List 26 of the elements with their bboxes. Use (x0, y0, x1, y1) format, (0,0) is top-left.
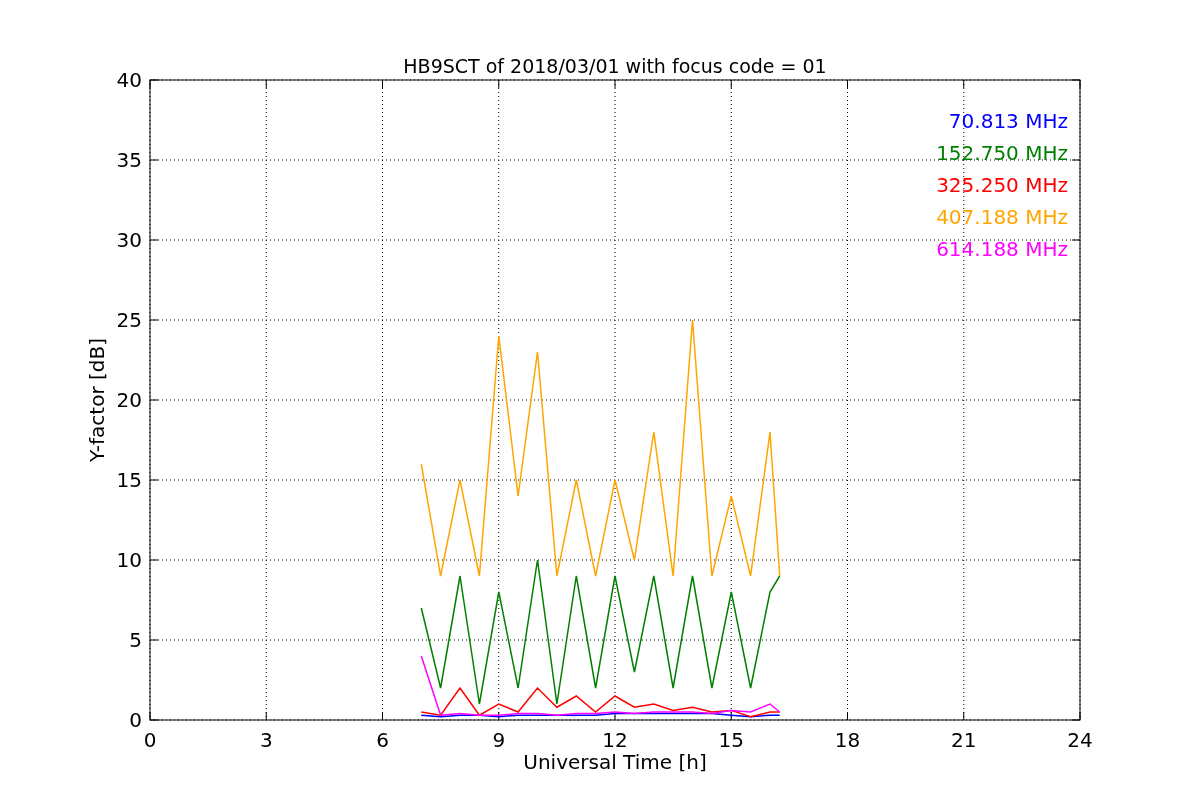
x-tick-label: 6 (376, 728, 389, 752)
legend-label: 152.750 MHz (936, 141, 1068, 165)
x-tick-label: 24 (1067, 728, 1093, 752)
chart-title: HB9SCT of 2018/03/01 with focus code = 01 (403, 55, 827, 77)
legend-label: 407.188 MHz (936, 205, 1068, 229)
x-tick-label: 18 (834, 728, 861, 752)
legend-label: 70.813 MHz (948, 109, 1068, 133)
y-tick-label: 20 (116, 388, 142, 412)
legend-label: 325.250 MHz (936, 173, 1068, 197)
y-tick-label: 30 (116, 228, 142, 252)
y-tick-label: 35 (116, 148, 142, 172)
y-tick-label: 10 (116, 548, 142, 572)
x-tick-label: 9 (492, 728, 506, 752)
y-tick-label: 5 (129, 628, 142, 652)
y-tick-label: 40 (116, 68, 142, 92)
x-tick-label: 0 (143, 728, 157, 752)
x-tick-label: 15 (718, 728, 744, 752)
y-tick-label: 0 (129, 708, 142, 732)
x-tick-label: 21 (951, 728, 977, 752)
y-tick-label: 15 (116, 468, 142, 492)
x-axis-label: Universal Time [h] (523, 750, 707, 774)
x-tick-label: 12 (602, 728, 628, 752)
legend-label: 614.188 MHz (936, 237, 1068, 261)
x-tick-label: 3 (259, 728, 273, 752)
y-tick-label: 25 (116, 308, 142, 332)
y-axis-label: Y-factor [dB] (85, 338, 109, 462)
